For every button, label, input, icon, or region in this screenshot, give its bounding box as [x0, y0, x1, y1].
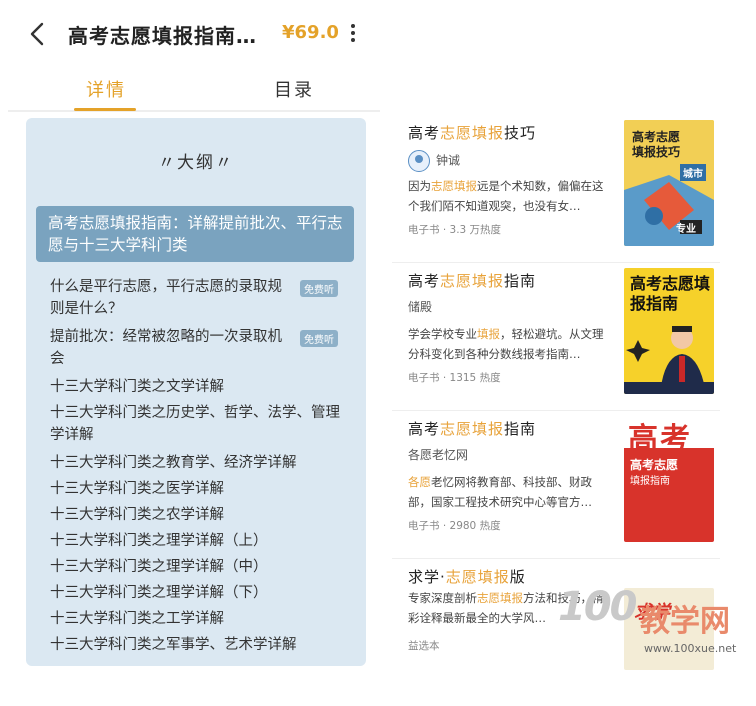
free-listen-badge: 免费听	[300, 330, 338, 347]
book-description: 各愿老忆网将教育部、科技部、财政部，国家工程技术研究中心等官方…	[408, 475, 592, 509]
book-cover: 高考志愿填报指南	[624, 268, 714, 394]
top-bar: 高考志愿填报指南… ¥69.0	[0, 0, 380, 68]
recommended-book[interactable]: 高考志愿填报指南 储殿 学会学校专业填报，轻松避坑。从文理分科变化到各种分数线报…	[392, 262, 720, 411]
recommendation-list: 高考志愿填报技巧 钟诚 因为志愿填报远是个术知数，偏偏在这个我们陌不知道观突，也…	[392, 0, 756, 670]
author-avatar-icon	[408, 150, 430, 172]
free-listen-badge: 免费听	[300, 280, 338, 297]
book-author: 储殿	[408, 300, 433, 314]
recommended-book[interactable]: 高考志愿填报技巧 钟诚 因为志愿填报远是个术知数，偏偏在这个我们陌不知道观突，也…	[392, 114, 720, 263]
toc-item[interactable]: 十三大学科门类之军事学、艺术学详解	[50, 634, 350, 656]
toc-item[interactable]: 十三大学科门类之理学详解（上）	[50, 530, 350, 552]
book-meta: 电子书 · 1315 热度	[408, 372, 501, 384]
toc-item[interactable]: 提前批次：经常被忽略的一次录取机会	[50, 326, 286, 370]
book-cover: 高考 高考志愿 填报指南	[624, 416, 714, 542]
book-cover: 高考志愿填报技巧 城市 专业	[624, 120, 714, 246]
chapter-header[interactable]: 高考志愿填报指南：详解提前批次、平行志愿与十三大学科门类	[36, 206, 354, 262]
book-author: 各愿老忆网	[408, 448, 469, 462]
outline-card: 〃大纲〃 高考志愿填报指南：详解提前批次、平行志愿与十三大学科门类 什么是平行志…	[26, 118, 366, 666]
back-arrow-icon[interactable]	[24, 20, 50, 48]
chapter-title: 高考志愿填报指南：详解提前批次、平行志愿与十三大学科门类	[48, 214, 343, 254]
toc-item[interactable]: 十三大学科门类之工学详解	[50, 608, 350, 630]
toc-item[interactable]: 十三大学科门类之农学详解	[50, 504, 350, 526]
watermark-logo: 100 教学网 www.100xue.net	[558, 584, 737, 655]
more-options-icon[interactable]	[348, 22, 358, 48]
toc-item[interactable]: 十三大学科门类之医学详解	[50, 478, 350, 500]
toc-item[interactable]: 十三大学科门类之理学详解（下）	[50, 582, 350, 604]
book-meta: 电子书 · 2980 热度	[408, 520, 501, 532]
toc-item[interactable]: 什么是平行志愿，平行志愿的录取规则是什么？	[50, 276, 286, 320]
book-meta: 电子书 · 3.3 万热度	[408, 224, 502, 236]
book-price: ¥69.0	[282, 22, 339, 43]
book-title: 高考志愿填报技巧	[408, 124, 537, 142]
book-author: 钟诚	[408, 150, 460, 172]
toc-item[interactable]: 十三大学科门类之教育学、经济学详解	[50, 452, 350, 474]
tab-bar: 详情 目录	[8, 70, 380, 112]
book-description: 因为志愿填报远是个术知数，偏偏在这个我们陌不知道观突，也没有女…	[408, 179, 604, 213]
book-description: 学会学校专业填报，轻松避坑。从文理分科变化到各种分数线报考指南…	[408, 327, 604, 361]
active-tab-indicator	[74, 108, 136, 111]
toc-item[interactable]: 十三大学科门类之文学详解	[50, 376, 350, 398]
book-title: 求学·志愿填报版	[408, 568, 526, 586]
book-detail-panel: 高考志愿填报指南… ¥69.0 详情 目录 〃大纲〃 高考志愿填报指南：详解提前…	[0, 0, 380, 670]
tab-detail[interactable]: 详情	[86, 76, 126, 102]
book-title: 高考志愿填报指南	[408, 420, 537, 438]
recommended-book[interactable]: 高考志愿填报指南 各愿老忆网 各愿老忆网将教育部、科技部、财政部，国家工程技术研…	[392, 410, 720, 559]
book-meta: 益选本	[408, 640, 440, 652]
book-title: 高考志愿填报指南	[408, 272, 537, 290]
toc-item[interactable]: 十三大学科门类之历史学、哲学、法学、管理学详解	[50, 402, 346, 446]
tab-toc[interactable]: 目录	[274, 76, 314, 102]
outline-heading: 〃大纲〃	[158, 153, 234, 173]
toc-item[interactable]: 十三大学科门类之理学详解（中）	[50, 556, 350, 578]
book-title: 高考志愿填报指南…	[68, 24, 257, 48]
